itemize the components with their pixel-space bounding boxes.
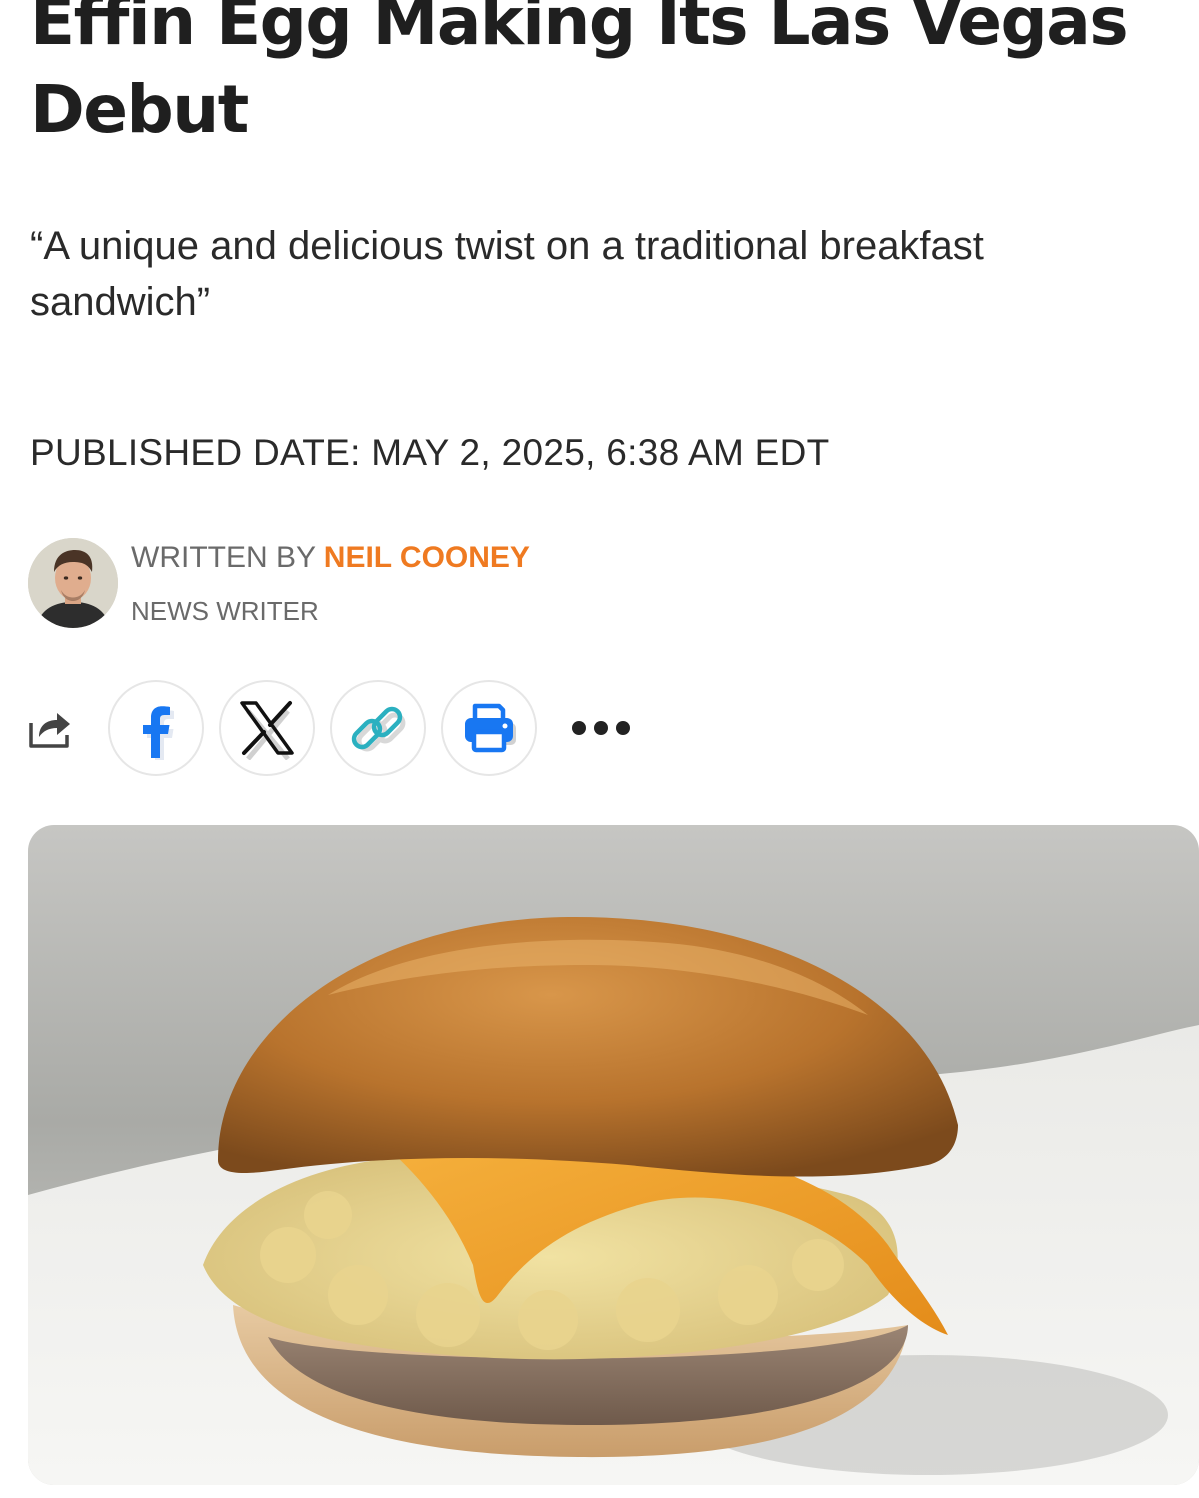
article-subheadline: “A unique and delicious twist on a tradi… — [30, 224, 984, 324]
print-button[interactable] — [441, 680, 537, 776]
author-byline: WRITTEN BY NEIL COONEY — [131, 540, 530, 576]
more-options-button[interactable] — [566, 708, 640, 748]
author-avatar[interactable] — [28, 538, 118, 628]
link-icon — [351, 706, 406, 752]
article-headline: Effin Egg Making Its Las Vegas Debut — [30, 0, 1129, 148]
share-icon[interactable] — [27, 705, 73, 751]
author-role: NEWS WRITER — [131, 596, 319, 626]
hero-image-breakfast-sandwich — [28, 825, 1199, 1485]
x-icon — [240, 701, 294, 760]
print-icon — [465, 703, 516, 753]
avatar-portrait — [28, 538, 118, 628]
facebook-share-button[interactable] — [108, 680, 204, 776]
published-date: PUBLISHED DATE: MAY 2, 2025, 6:38 AM EDT — [30, 432, 830, 473]
more-icon — [572, 721, 630, 735]
byline-prefix: WRITTEN BY — [131, 541, 324, 574]
facebook-icon — [143, 706, 174, 760]
author-name-link[interactable]: NEIL COONEY — [324, 541, 530, 574]
x-share-button[interactable] — [219, 680, 315, 776]
copy-link-button[interactable] — [330, 680, 426, 776]
